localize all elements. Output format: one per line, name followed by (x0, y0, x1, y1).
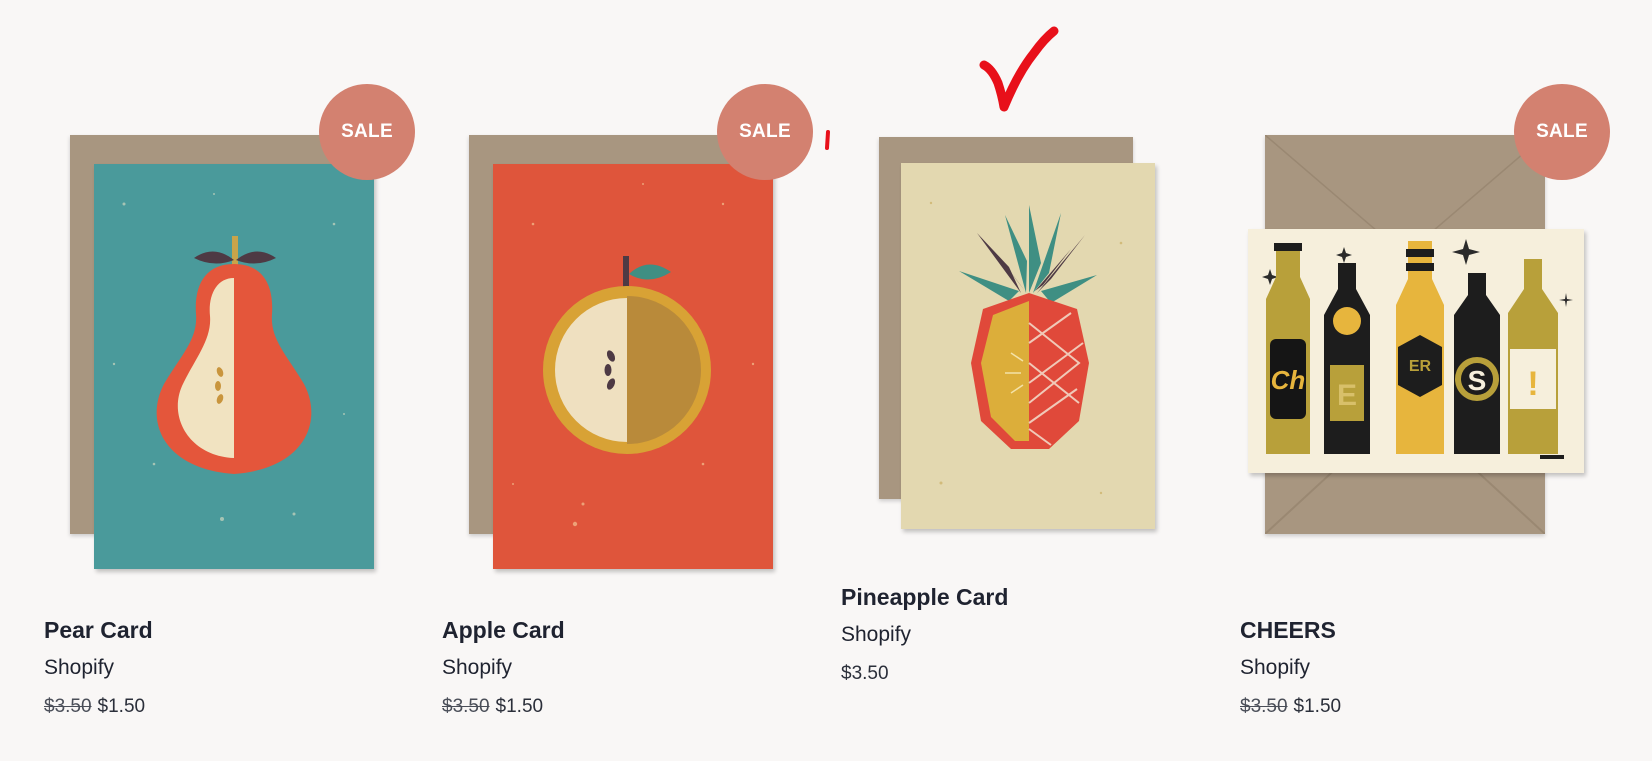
cheers-letter: E (1337, 379, 1357, 412)
cheers-card-image: Ch E ER S ! (1248, 229, 1584, 473)
apple-illustration (512, 183, 755, 527)
product-vendor: Shopify (841, 623, 912, 646)
compare-at-price: $3.50 (442, 696, 490, 717)
sale-badge: SALE (717, 84, 813, 180)
red-mark-fragment-icon (825, 130, 830, 150)
product-card-cheers[interactable]: Ch E ER S ! SALE CHEERS Shopify $3.50 $1.… (1240, 0, 1630, 761)
product-title[interactable]: Apple Card (442, 617, 565, 644)
product-price: $3.50 (841, 663, 889, 685)
regular-price: $3.50 (841, 663, 889, 684)
sale-price: $1.50 (1293, 696, 1342, 717)
product-card-apple[interactable]: SALE Apple Card Shopify $3.50 $1.50 (442, 0, 832, 761)
red-checkmark-icon (979, 26, 1059, 112)
sale-badge: SALE (1514, 84, 1610, 180)
cheers-letter: ! (1527, 365, 1538, 403)
product-card-pear[interactable]: SALE Pear Card Shopify $3.50 $1.50 (44, 0, 434, 761)
product-title[interactable]: CHEERS (1240, 617, 1336, 644)
sale-price: $1.50 (495, 696, 544, 717)
pineapple-card-image (901, 163, 1155, 529)
pineapple-illustration (929, 201, 1123, 495)
compare-at-price: $3.50 (1240, 696, 1288, 717)
product-vendor: Shopify (44, 656, 115, 679)
product-title[interactable]: Pineapple Card (841, 584, 1008, 611)
cheers-letter: S (1468, 365, 1487, 396)
product-price: $3.50 $1.50 (44, 696, 145, 718)
cheers-letter: ER (1409, 358, 1432, 375)
product-price: $3.50 $1.50 (1240, 696, 1341, 718)
product-vendor: Shopify (1240, 656, 1311, 679)
apple-card-image (493, 164, 773, 569)
product-vendor: Shopify (442, 656, 513, 679)
product-title[interactable]: Pear Card (44, 617, 153, 644)
cheers-bottles-illustration: Ch E ER S ! (1262, 239, 1573, 459)
compare-at-price: $3.50 (44, 696, 92, 717)
pear-card-image (94, 164, 374, 569)
sale-badge: SALE (319, 84, 415, 180)
cheers-letter: Ch (1271, 365, 1306, 395)
product-price: $3.50 $1.50 (442, 696, 543, 718)
sale-price: $1.50 (97, 696, 146, 717)
pear-illustration (112, 193, 345, 521)
